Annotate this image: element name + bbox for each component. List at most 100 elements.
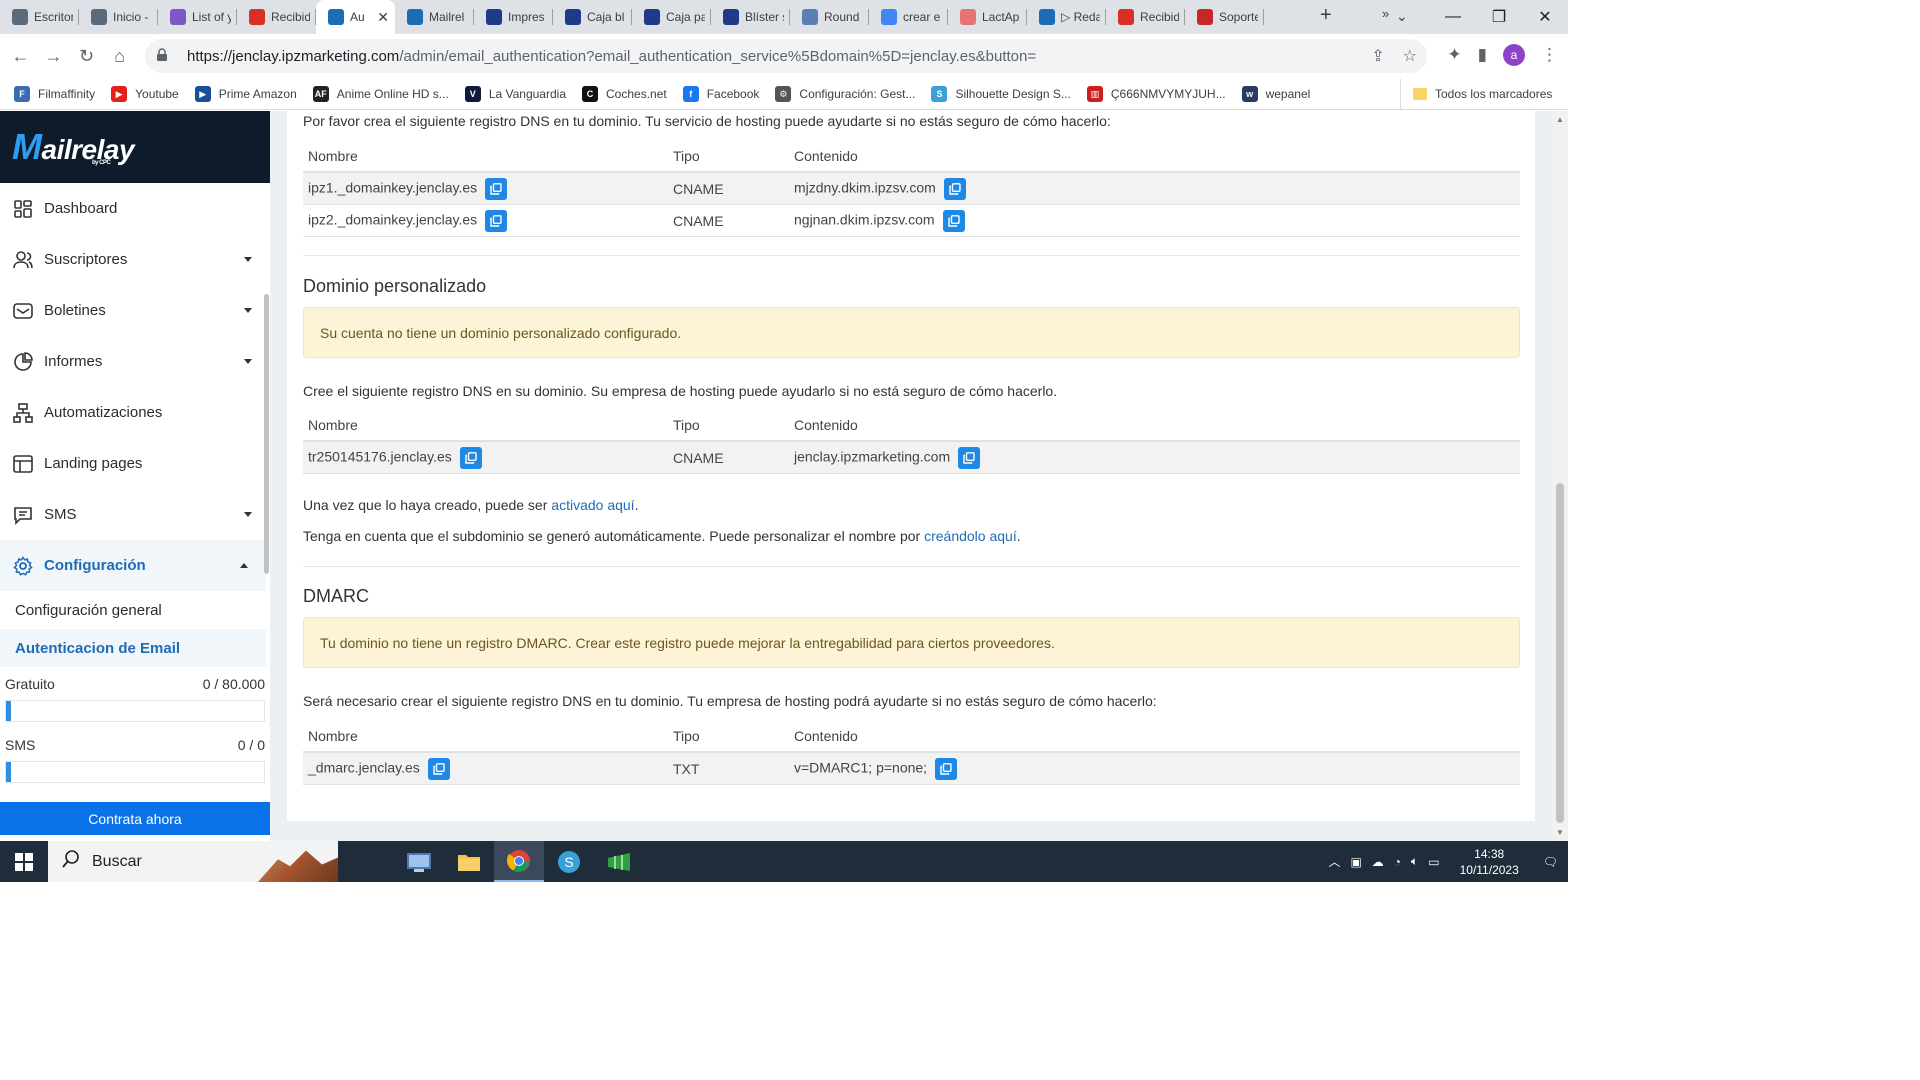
copy-icon[interactable] (935, 757, 958, 780)
bookmark-item[interactable]: F Filmaffinity (14, 86, 95, 102)
mailrelay-logo[interactable]: Mailrelay by CPC (12, 126, 135, 168)
copy-icon[interactable] (459, 446, 482, 469)
activate-link[interactable]: activado aquí (551, 497, 634, 513)
browser-tab[interactable]: Recibid (1106, 0, 1185, 34)
taskbar-spreadsheet-icon[interactable] (594, 841, 644, 882)
sidebar-item-suscriptores[interactable]: Suscriptores (0, 234, 270, 285)
scroll-up-icon[interactable]: ▲ (1556, 115, 1564, 124)
copy-icon[interactable] (427, 757, 450, 780)
bookmark-item[interactable]: f Facebook (682, 86, 759, 102)
new-tab-button[interactable]: + (1320, 4, 1332, 27)
taskbar-search-box[interactable]: Buscar (48, 841, 338, 882)
minimize-icon[interactable]: — (1430, 8, 1476, 26)
system-clock[interactable]: 14:38 10/11/2023 (1460, 846, 1519, 878)
close-window-icon[interactable]: ✕ (1522, 7, 1568, 27)
taskbar-app-terminal-icon[interactable] (394, 841, 444, 882)
meet-now-icon[interactable]: ▣ (1350, 855, 1361, 869)
bookmark-item[interactable]: S Silhouette Design S... (931, 86, 1071, 102)
section-divider (303, 566, 1520, 567)
quota-value: 0 / 80.000 (202, 676, 265, 692)
show-hidden-icons-icon[interactable]: ︿ (1328, 853, 1340, 870)
dashboard-icon (13, 199, 33, 219)
menu-icon[interactable]: ⋮ (1541, 45, 1558, 65)
volume-icon[interactable]: 🔈︎ (1411, 854, 1418, 869)
browser-tab[interactable]: Soporte (1185, 0, 1264, 34)
forward-icon[interactable]: → (37, 46, 70, 67)
notifications-icon[interactable]: 🗨︎ (1543, 855, 1558, 869)
copy-icon[interactable] (943, 177, 966, 200)
dns-content-cell: ngjnan.dkim.ipzsv.com (789, 204, 1520, 237)
browser-tab[interactable]: Au ✕ (316, 0, 395, 34)
page-scrollbar[interactable]: ▲ ▼ (1552, 111, 1568, 841)
extensions-icon[interactable]: ✦ (1447, 45, 1461, 65)
all-bookmarks-folder[interactable]: Todos los marcadores (1400, 79, 1552, 109)
taskbar-chrome-icon[interactable] (494, 841, 544, 882)
sidebar-subitem[interactable]: Autenticacion de Email (0, 629, 266, 667)
sidebar-item-automatizaciones[interactable]: Automatizaciones (0, 387, 270, 438)
browser-tab[interactable]: Caja bl (553, 0, 632, 34)
reload-icon[interactable]: ↻ (70, 46, 103, 67)
scroll-down-icon[interactable]: ▼ (1556, 828, 1564, 837)
bookmark-item[interactable]: AF Anime Online HD s... (312, 86, 449, 102)
sidebar-item-configuraci-n[interactable]: Configuración (0, 540, 266, 591)
browser-tab[interactable]: Blíster s (711, 0, 790, 34)
copy-icon[interactable] (485, 209, 508, 232)
browser-tab[interactable]: crear e (869, 0, 948, 34)
sidebar-item-sms[interactable]: SMS (0, 489, 270, 540)
sidebar-item-boletines[interactable]: Boletines (0, 285, 270, 336)
sidebar-item-landing-pages[interactable]: Landing pages (0, 438, 270, 489)
back-icon[interactable]: ← (4, 46, 37, 67)
sidebar-subitem[interactable]: Configuración general (0, 591, 270, 629)
profile-avatar[interactable]: a (1503, 44, 1525, 66)
copy-icon[interactable] (942, 209, 965, 232)
tab-title: Soporte (1219, 10, 1258, 24)
bookmark-star-icon[interactable]: ☆ (1403, 46, 1417, 66)
bookmark-item[interactable]: ▶ Youtube (111, 86, 179, 102)
home-icon[interactable]: ⌂ (103, 46, 136, 67)
mail-icon (328, 9, 344, 25)
wifi-icon[interactable]: ◔ (1394, 855, 1401, 869)
windows-start-icon[interactable] (0, 852, 48, 871)
copy-icon[interactable] (958, 446, 981, 469)
bookmark-item[interactable]: ▶ Prime Amazon (194, 86, 297, 102)
browser-tab[interactable]: ▷ Reda (1027, 0, 1106, 34)
sidebar-scrollbar[interactable] (264, 294, 269, 574)
taskbar-file-explorer-icon[interactable] (444, 841, 494, 882)
share-icon[interactable]: ⇪ (1371, 46, 1384, 66)
bookmark-favicon-icon: ▥ (1086, 86, 1103, 102)
dns-type-cell: TXT (668, 752, 789, 785)
scrollbar-thumb[interactable] (1556, 483, 1564, 823)
taskbar-silhouette-icon[interactable]: S (544, 841, 594, 882)
bookmark-item[interactable]: ⚙ Configuración: Gest... (775, 86, 915, 102)
section-divider (303, 255, 1520, 256)
copy-icon[interactable] (485, 177, 508, 200)
tab-search-icon[interactable]: ⌄ (1396, 8, 1408, 25)
site-info-icon[interactable] (155, 47, 173, 65)
buy-now-button[interactable]: Contrata ahora (0, 802, 270, 835)
sidebar-item-informes[interactable]: Informes (0, 336, 270, 387)
onedrive-error-icon[interactable]: ☁ (1372, 855, 1384, 869)
browser-tab[interactable]: Escritorio (0, 0, 79, 34)
battery-icon[interactable]: ▭ (1428, 855, 1439, 869)
restore-icon[interactable]: ❐ (1476, 7, 1522, 27)
bookmark-item[interactable]: V La Vanguardia (464, 86, 566, 102)
bookmarks-overflow-button[interactable]: » (1382, 6, 1389, 21)
close-tab-icon[interactable]: ✕ (377, 9, 389, 26)
bookmark-item[interactable]: w wepanel (1241, 86, 1310, 102)
browser-tab[interactable]: Inicio - (79, 0, 158, 34)
browser-tab[interactable]: Impres (474, 0, 553, 34)
bookmark-item[interactable]: ▥ Ç666NMVYMYJUH... (1086, 86, 1226, 102)
side-panel-icon[interactable]: ▮ (1478, 45, 1487, 65)
customize-link[interactable]: creándolo aquí (924, 528, 1017, 544)
bookmark-label: Configuración: Gest... (799, 87, 916, 101)
browser-tab[interactable]: Caja pa (632, 0, 711, 34)
bookmark-item[interactable]: C Coches.net (582, 86, 667, 102)
browser-tab[interactable]: Round (790, 0, 869, 34)
browser-tab[interactable]: List of y (158, 0, 237, 34)
browser-tab[interactable]: LactAp (948, 0, 1027, 34)
logo-band: Mailrelay by CPC (0, 111, 270, 183)
address-bar[interactable]: https://jenclay.ipzmarketing.com/admin/e… (145, 39, 1427, 73)
browser-tab[interactable]: Recibid (237, 0, 316, 34)
sidebar-item-dashboard[interactable]: Dashboard (0, 183, 270, 234)
browser-tab[interactable]: Mailrel (395, 0, 474, 34)
